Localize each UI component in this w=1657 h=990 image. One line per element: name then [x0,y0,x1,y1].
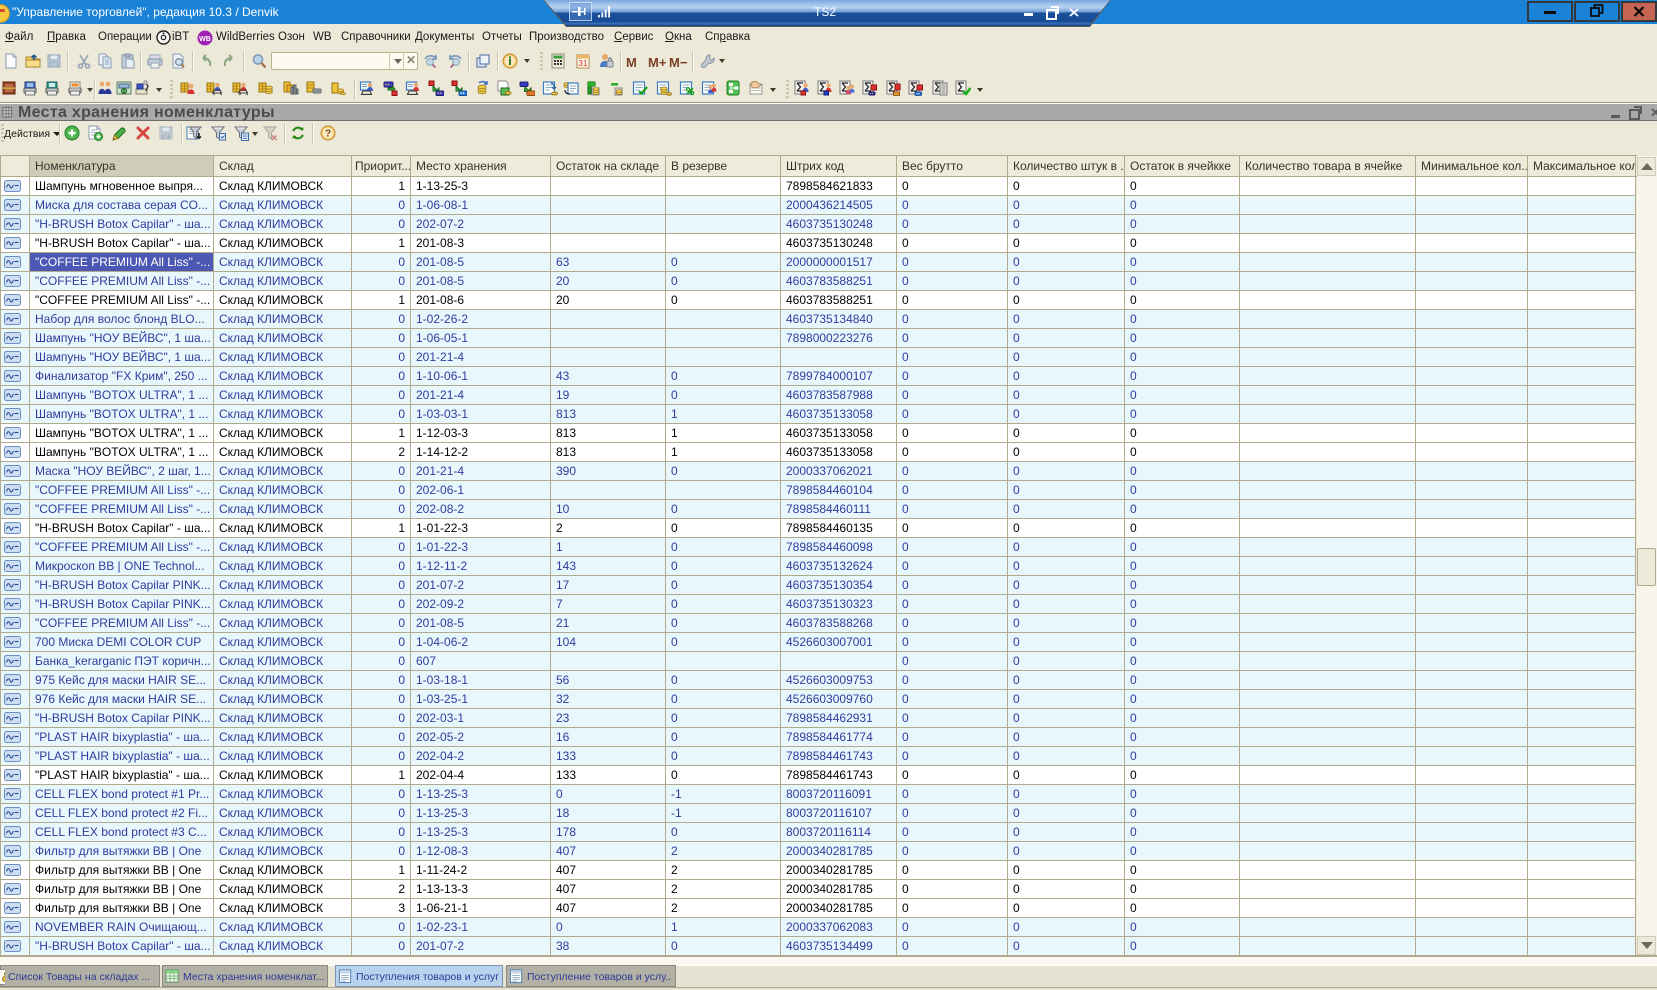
svg-text:WB: WB [199,36,211,43]
svg-text:31: 31 [579,59,588,68]
svg-text:$: $ [123,89,126,95]
svg-text:ЕОК: ЕОК [162,134,171,139]
svg-text:?: ? [325,129,331,140]
